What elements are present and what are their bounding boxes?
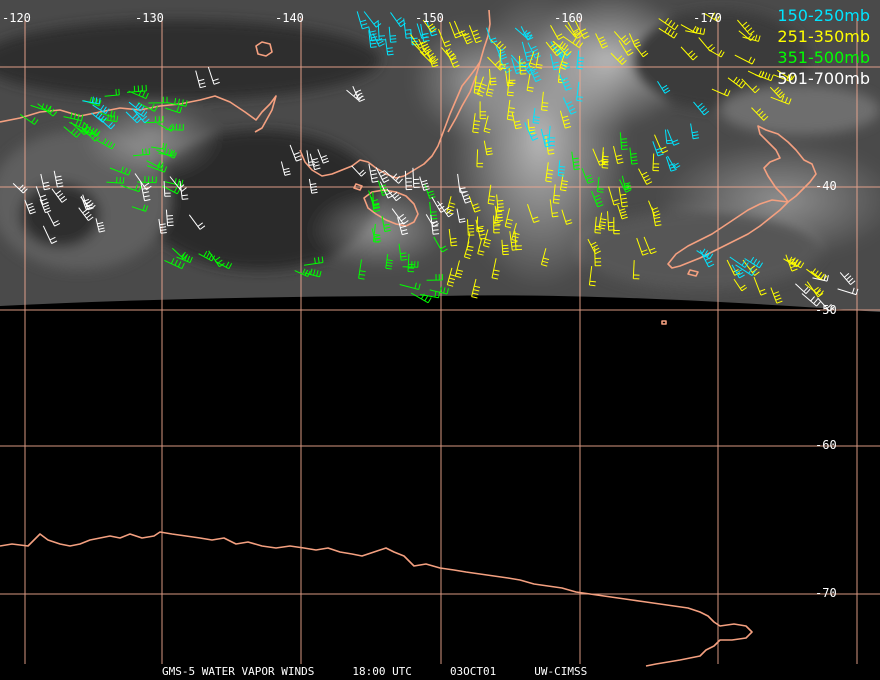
- legend-entry: 501-700mb: [777, 69, 870, 88]
- caption-credit: UW-CIMSS: [534, 665, 588, 678]
- latitude-label: -60: [815, 438, 837, 452]
- legend-entry: 251-350mb: [777, 27, 870, 46]
- legend-entry: 351-500mb: [777, 48, 870, 67]
- caption-date: 03OCT01: [449, 665, 497, 678]
- longitude-label: -140: [275, 11, 304, 25]
- longitude-label: -120: [2, 11, 31, 25]
- island-dot: [661, 320, 667, 325]
- latitude-label: -50: [815, 303, 837, 317]
- legend-entry: 150-250mb: [777, 6, 870, 25]
- map-canvas: [0, 0, 880, 667]
- image-caption: GMS-5 WATER VAPOR WINDS 18:00 UTC 03OCT01 U…: [162, 666, 625, 678]
- longitude-label: -150: [415, 11, 444, 25]
- caption-satellite: GMS-5 WATER VAPOR WINDS: [162, 665, 315, 678]
- longitude-label: -160: [554, 11, 583, 25]
- latitude-label: -70: [815, 586, 837, 600]
- longitude-label: -130: [135, 11, 164, 25]
- longitude-label: -170: [693, 11, 722, 25]
- coast-antarctica: [0, 531, 753, 667]
- water-vapor-imagery: [0, 0, 880, 312]
- pressure-legend: 150-250mb 251-350mb 351-500mb 501-700mb: [777, 5, 870, 89]
- latitude-label: -40: [815, 179, 837, 193]
- caption-time: 18:00 UTC: [352, 665, 412, 678]
